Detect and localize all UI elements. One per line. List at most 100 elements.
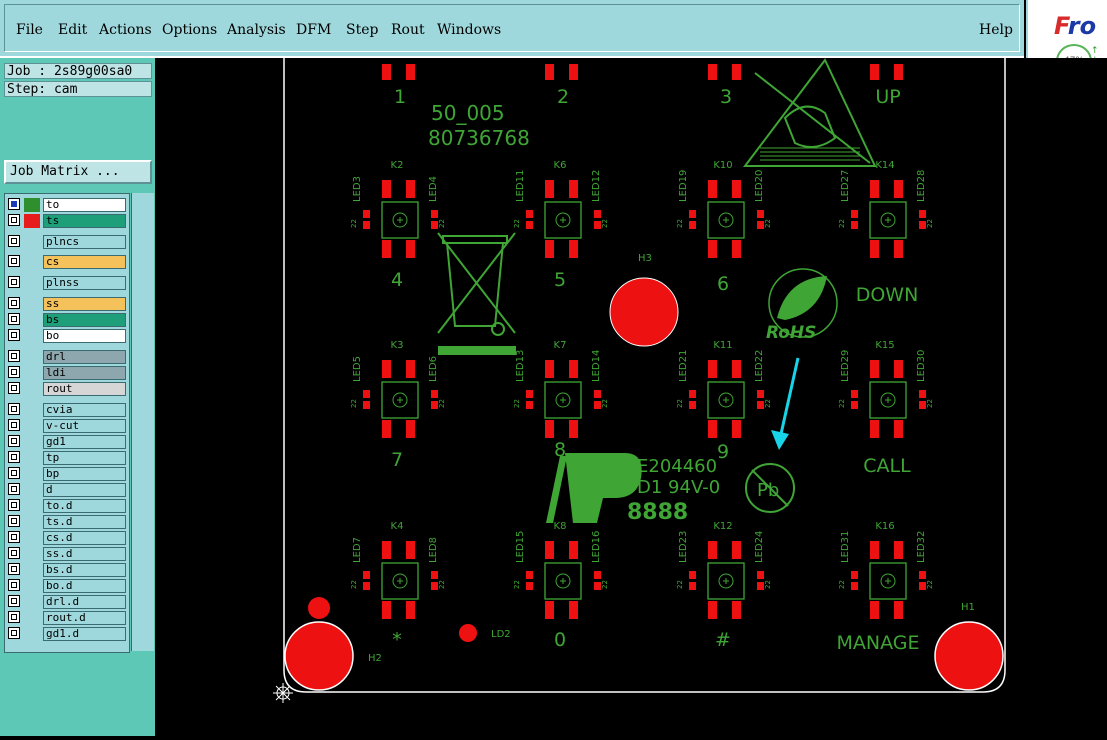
layer-name[interactable]: v-cut bbox=[43, 419, 126, 433]
layer-name[interactable]: cs.d bbox=[43, 531, 126, 545]
layer-checkbox[interactable] bbox=[8, 198, 20, 210]
layer-row-drl-d[interactable]: drl.d bbox=[8, 595, 126, 609]
layer-name[interactable]: drl bbox=[43, 350, 126, 364]
esd-hand-icon bbox=[783, 105, 837, 148]
menu-rout[interactable]: Rout bbox=[391, 22, 425, 38]
menu-dfm[interactable]: DFM bbox=[296, 22, 331, 38]
pad bbox=[382, 541, 391, 559]
layer-row-ss[interactable]: ss bbox=[8, 297, 126, 311]
layer-checkbox[interactable] bbox=[8, 382, 20, 394]
layer-row-d[interactable]: d bbox=[8, 483, 126, 497]
layer-row-v-cut[interactable]: v-cut bbox=[8, 419, 126, 433]
layer-name[interactable]: ss bbox=[43, 297, 126, 311]
layer-checkbox[interactable] bbox=[8, 515, 20, 527]
menu-windows[interactable]: Windows bbox=[437, 22, 501, 38]
layer-name[interactable]: gd1.d bbox=[43, 627, 126, 641]
layer-checkbox[interactable] bbox=[8, 366, 20, 378]
layer-name[interactable]: ldi bbox=[43, 366, 126, 380]
layer-name[interactable]: d bbox=[43, 483, 126, 497]
layer-name[interactable]: gd1 bbox=[43, 435, 126, 449]
layer-checkbox[interactable] bbox=[8, 255, 20, 267]
graphics-canvas[interactable]: 1 2 3 UP K2 LED3 LED4 22 22 4 K6 LED11 LED12 22 22 5 K10… bbox=[155, 58, 1107, 736]
layer-checkbox[interactable] bbox=[8, 547, 20, 559]
layer-checkbox[interactable] bbox=[8, 627, 20, 639]
layer-row-bo[interactable]: bo bbox=[8, 329, 126, 343]
layer-row-cs[interactable]: cs bbox=[8, 255, 126, 269]
layer-row-ss-d[interactable]: ss.d bbox=[8, 547, 126, 561]
layer-row-drl[interactable]: drl bbox=[8, 350, 126, 364]
layer-name[interactable]: cs bbox=[43, 255, 126, 269]
layer-checkbox[interactable] bbox=[8, 531, 20, 543]
layer-name[interactable]: ts bbox=[43, 214, 126, 228]
layer-name[interactable]: bo.d bbox=[43, 579, 126, 593]
layer-name[interactable]: bs.d bbox=[43, 563, 126, 577]
layer-list-scrollbar[interactable] bbox=[131, 193, 154, 651]
layer-name[interactable]: drl.d bbox=[43, 595, 126, 609]
layer-checkbox[interactable] bbox=[8, 419, 20, 431]
layer-checkbox[interactable] bbox=[8, 499, 20, 511]
layer-checkbox[interactable] bbox=[8, 483, 20, 495]
layer-checkbox[interactable] bbox=[8, 214, 20, 226]
layer-name[interactable]: bp bbox=[43, 467, 126, 481]
layer-row-plnss[interactable]: plnss bbox=[8, 276, 126, 290]
layer-name[interactable]: bo bbox=[43, 329, 126, 343]
job-info: Job : 2s89g00sa0 bbox=[4, 63, 152, 79]
layer-name[interactable]: tp bbox=[43, 451, 126, 465]
layer-row-ts[interactable]: ts bbox=[8, 214, 126, 228]
layer-row-bs-d[interactable]: bs.d bbox=[8, 563, 126, 577]
layer-name[interactable]: plncs bbox=[43, 235, 126, 249]
layer-row-cs-d[interactable]: cs.d bbox=[8, 531, 126, 545]
layer-name[interactable]: to bbox=[43, 198, 126, 212]
layer-checkbox[interactable] bbox=[8, 313, 20, 325]
layer-color-swatch[interactable] bbox=[24, 214, 40, 228]
layer-name[interactable]: ts.d bbox=[43, 515, 126, 529]
layer-checkbox[interactable] bbox=[8, 595, 20, 607]
layer-name[interactable]: bs bbox=[43, 313, 126, 327]
layer-row-rout[interactable]: rout bbox=[8, 382, 126, 396]
layer-checkbox[interactable] bbox=[8, 563, 20, 575]
menu-analysis[interactable]: Analysis bbox=[227, 22, 286, 38]
layer-checkbox[interactable] bbox=[8, 611, 20, 623]
layer-color-swatch[interactable] bbox=[24, 198, 40, 212]
layer-checkbox[interactable] bbox=[8, 579, 20, 591]
pad bbox=[363, 210, 370, 218]
pad bbox=[851, 390, 858, 398]
layer-row-ldi[interactable]: ldi bbox=[8, 366, 126, 380]
layer-row-tp[interactable]: tp bbox=[8, 451, 126, 465]
layer-checkbox[interactable] bbox=[8, 403, 20, 415]
menu-file[interactable]: File bbox=[16, 22, 43, 38]
layer-name[interactable]: rout bbox=[43, 382, 126, 396]
layer-row-bs[interactable]: bs bbox=[8, 313, 126, 327]
layer-name[interactable]: plnss bbox=[43, 276, 126, 290]
menu-options[interactable]: Options bbox=[162, 22, 217, 38]
menu-help[interactable]: Help bbox=[979, 22, 1013, 38]
layer-checkbox[interactable] bbox=[8, 297, 20, 309]
layer-checkbox[interactable] bbox=[8, 467, 20, 479]
layer-row-plncs[interactable]: plncs bbox=[8, 235, 126, 249]
layer-name[interactable]: cvia bbox=[43, 403, 126, 417]
layer-name[interactable]: ss.d bbox=[43, 547, 126, 561]
layer-row-gd1-d[interactable]: gd1.d bbox=[8, 627, 126, 641]
layer-checkbox[interactable] bbox=[8, 435, 20, 447]
layer-row-bp[interactable]: bp bbox=[8, 467, 126, 481]
layer-name[interactable]: rout.d bbox=[43, 611, 126, 625]
layer-row-ts-d[interactable]: ts.d bbox=[8, 515, 126, 529]
layer-row-cvia[interactable]: cvia bbox=[8, 403, 126, 417]
menu-edit[interactable]: Edit bbox=[58, 22, 87, 38]
layer-checkbox[interactable] bbox=[8, 329, 20, 341]
menu-step[interactable]: Step bbox=[346, 22, 378, 38]
pcb-view[interactable]: 1 2 3 UP K2 LED3 LED4 22 22 4 K6 LED11 LED12 22 22 5 K10… bbox=[155, 58, 1107, 736]
layer-row-to-d[interactable]: to.d bbox=[8, 499, 126, 513]
layer-checkbox[interactable] bbox=[8, 451, 20, 463]
layer-checkbox[interactable] bbox=[8, 235, 20, 247]
menu-actions[interactable]: Actions bbox=[99, 22, 152, 38]
layer-name[interactable]: to.d bbox=[43, 499, 126, 513]
layer-row-to[interactable]: to bbox=[8, 198, 126, 212]
layer-row-gd1[interactable]: gd1 bbox=[8, 435, 126, 449]
job-matrix-button[interactable]: Job Matrix ... bbox=[4, 160, 152, 184]
layer-row-rout-d[interactable]: rout.d bbox=[8, 611, 126, 625]
layer-checkbox[interactable] bbox=[8, 350, 20, 362]
layer-row-bo-d[interactable]: bo.d bbox=[8, 579, 126, 593]
layer-checkbox[interactable] bbox=[8, 276, 20, 288]
pad bbox=[526, 401, 533, 409]
